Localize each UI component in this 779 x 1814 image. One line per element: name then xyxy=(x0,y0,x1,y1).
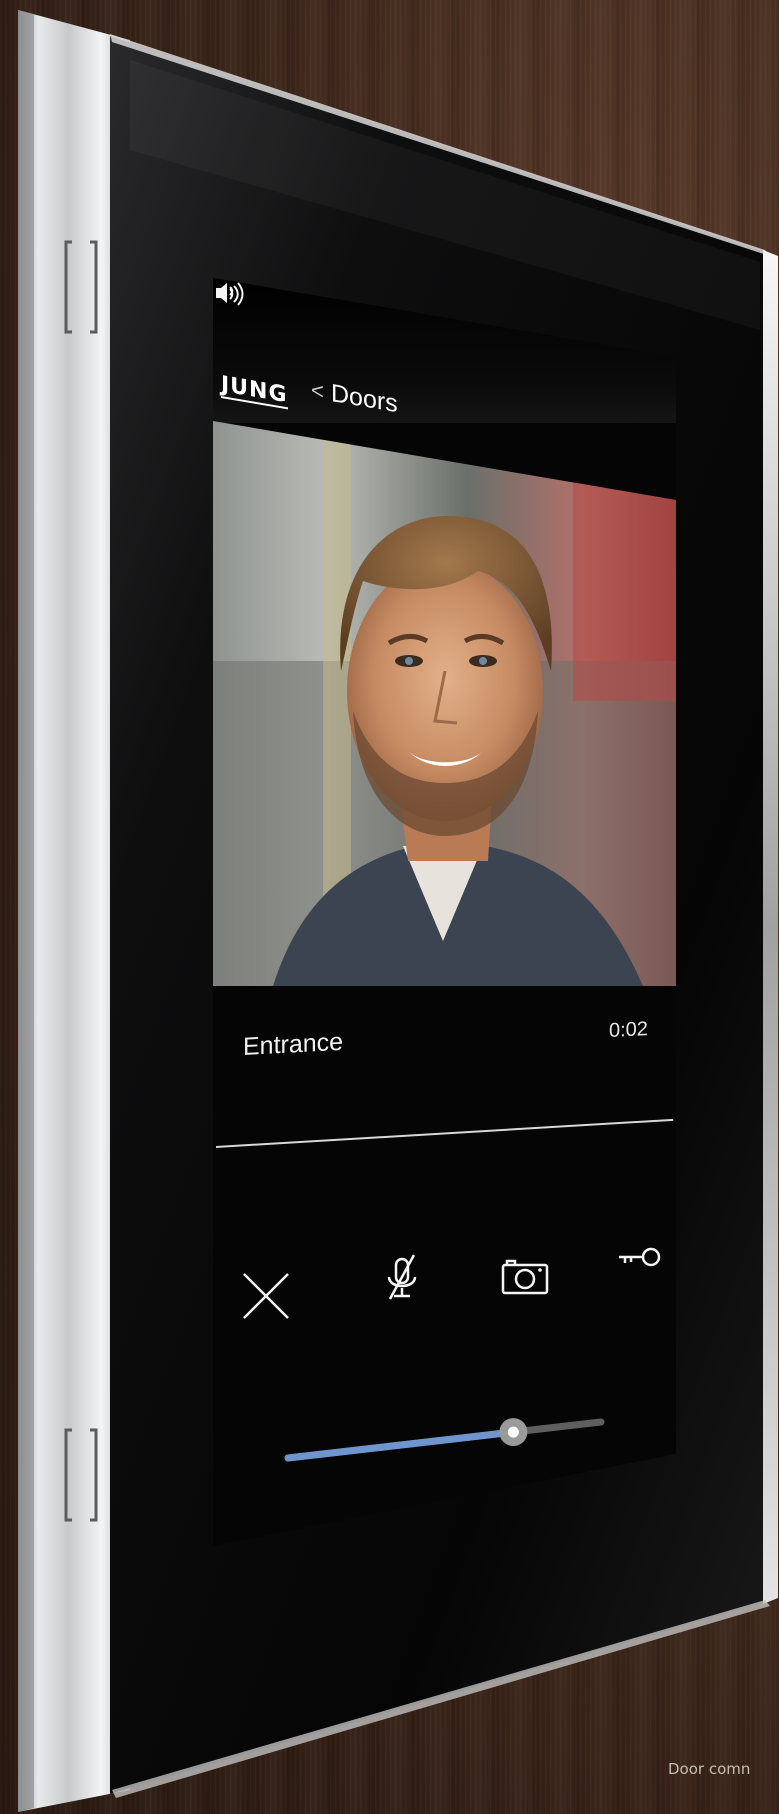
touch-screen: JUNG < Doors Entrance 0:02 xyxy=(213,278,676,1546)
volume-fill xyxy=(284,1428,517,1462)
side-button-bottom[interactable] xyxy=(62,1426,100,1524)
speaker-high-icon[interactable] xyxy=(213,278,245,310)
volume-knob-center xyxy=(507,1426,519,1438)
caption-text: Door comn xyxy=(668,1760,751,1778)
door-panel-device: JUNG < Doors Entrance 0:02 xyxy=(0,0,779,1814)
side-button-top[interactable] xyxy=(62,238,100,336)
volume-slider[interactable] xyxy=(213,278,676,1546)
